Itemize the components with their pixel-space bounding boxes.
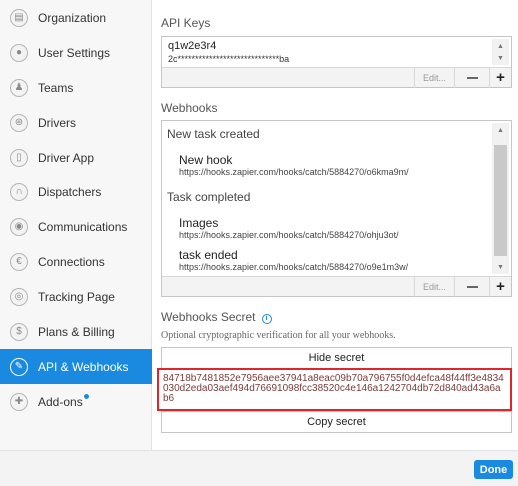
webhooks-list[interactable]: New task created New hook https://hooks.… [161, 120, 512, 297]
webhook-url: https://hooks.zapier.com/hooks/catch/588… [179, 167, 409, 177]
sidebar-item-plans-billing[interactable]: $ Plans & Billing [0, 314, 152, 349]
puzzle-icon: ✚ [10, 392, 28, 411]
chat-icon: ◉ [10, 217, 28, 236]
scroll-down-arrow-icon[interactable]: ▼ [492, 51, 509, 65]
sidebar-item-label: User Settings [38, 45, 111, 60]
sidebar-item-label: Plans & Billing [38, 324, 115, 339]
webhooks-title: Webhooks [161, 101, 218, 115]
secret-description: Optional cryptographic verification for … [161, 330, 396, 341]
webhook-name[interactable]: Images [179, 216, 218, 230]
sidebar-item-tracking-page[interactable]: ◎ Tracking Page [0, 279, 152, 314]
api-key-name[interactable]: q1w2e3r4 [168, 40, 216, 52]
sidebar-item-add-ons[interactable]: ✚ Add-ons [0, 384, 152, 419]
remove-webhook-button[interactable] [454, 276, 489, 297]
sidebar-item-label: API & Webhooks [38, 359, 129, 374]
dollar-icon: $ [10, 322, 28, 341]
sidebar-item-user-settings[interactable]: ● User Settings [0, 35, 152, 70]
sidebar-item-label: Communications [38, 219, 128, 234]
api-keys-title: API Keys [161, 16, 211, 30]
sidebar-item-label: Dispatchers [38, 184, 102, 199]
sidebar-item-label: Drivers [38, 115, 76, 130]
phone-icon: ▯ [10, 148, 28, 167]
secret-value[interactable]: 84718b7481852e7956aee37941a8eac09b70a796… [157, 368, 512, 411]
remove-api-key-button[interactable] [454, 67, 489, 88]
webhook-group-label: Task completed [167, 190, 251, 204]
webhooks-secret-title: Webhooks Secret [161, 310, 256, 324]
hide-secret-button[interactable]: Hide secret [161, 347, 512, 369]
sidebar-item-teams[interactable]: ♟ Teams [0, 70, 152, 105]
webhooks-scrollbar[interactable]: ▲ ▼ [492, 123, 509, 274]
target-icon: ◎ [10, 287, 28, 306]
webhook-name[interactable]: task ended [179, 248, 238, 262]
api-key-masked: 2c*****************************ba [168, 54, 290, 64]
webhook-url: https://hooks.zapier.com/hooks/catch/588… [179, 230, 399, 240]
sidebar-item-label: Connections [38, 254, 105, 269]
webhook-name[interactable]: New hook [179, 153, 232, 167]
sidebar-item-drivers[interactable]: ⊛ Drivers [0, 105, 152, 140]
done-button[interactable]: Done [474, 460, 513, 479]
api-keys-toolbar: Edit... + [162, 67, 511, 88]
connection-icon: € [10, 252, 28, 271]
wrench-icon: ✎ [10, 357, 28, 376]
dialog-footer: Done [0, 450, 518, 486]
webhooks-secret-heading: Webhooks Secret i [161, 310, 272, 325]
add-api-key-button[interactable]: + [489, 67, 511, 88]
sidebar-item-communications[interactable]: ◉ Communications [0, 209, 152, 244]
sidebar-item-driver-app[interactable]: ▯ Driver App [0, 140, 152, 175]
api-keys-list[interactable]: q1w2e3r4 2c*****************************… [161, 36, 512, 88]
building-icon: ▤ [10, 8, 28, 27]
team-icon: ♟ [10, 78, 28, 97]
edit-webhook-button[interactable]: Edit... [414, 276, 454, 297]
notification-dot [83, 394, 89, 399]
webhook-url: https://hooks.zapier.com/hooks/catch/588… [179, 262, 409, 272]
sidebar-item-organization[interactable]: ▤ Organization [0, 0, 152, 35]
edit-api-key-button[interactable]: Edit... [414, 67, 454, 88]
sidebar-item-label: Add-ons [38, 394, 83, 409]
webhook-group-label: New task created [167, 127, 260, 141]
sidebar-item-label: Driver App [38, 150, 95, 165]
settings-sidebar: ▤ Organization ● User Settings ♟ Teams ⊛ Driver… [0, 0, 152, 450]
user-icon: ● [10, 43, 28, 62]
headset-icon: ∩ [10, 182, 28, 201]
sidebar-item-label: Organization [38, 10, 107, 25]
webhooks-toolbar: Edit... + [162, 276, 511, 297]
scrollbar-thumb[interactable] [494, 145, 507, 256]
add-webhook-button[interactable]: + [489, 276, 511, 297]
steering-wheel-icon: ⊛ [10, 113, 28, 132]
sidebar-item-label: Teams [38, 80, 74, 95]
scroll-up-arrow-icon[interactable]: ▲ [492, 123, 509, 137]
sidebar-item-connections[interactable]: € Connections [0, 244, 152, 279]
scroll-down-arrow-icon[interactable]: ▼ [492, 260, 509, 274]
copy-secret-button[interactable]: Copy secret [161, 411, 512, 433]
sidebar-item-api-webhooks[interactable]: ✎ API & Webhooks [0, 349, 152, 384]
sidebar-item-label: Tracking Page [38, 289, 115, 304]
sidebar-item-dispatchers[interactable]: ∩ Dispatchers [0, 174, 152, 209]
info-icon[interactable]: i [261, 313, 272, 324]
api-keys-scrollbar[interactable]: ▲ ▼ [492, 39, 509, 65]
